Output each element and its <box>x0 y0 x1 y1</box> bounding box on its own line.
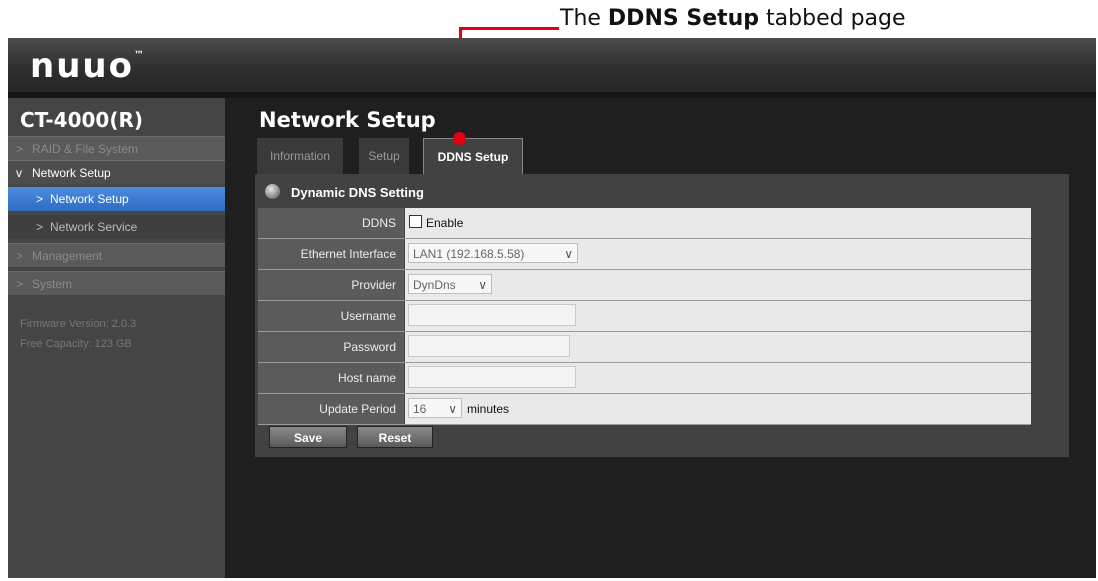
chevron-right-icon: > <box>16 249 24 263</box>
sidebar-item-label: System <box>32 277 73 291</box>
host-name-value-cell <box>405 363 1031 393</box>
chevron-down-icon: ∨ <box>448 402 457 416</box>
update-period-label: Update Period <box>258 394 404 424</box>
chevron-right-icon: > <box>16 142 24 156</box>
sidebar-item-label: Network Service <box>50 220 138 234</box>
settings-globe-icon <box>265 184 280 199</box>
annotation-prefix: The <box>560 6 608 31</box>
sidebar-item-label: Network Setup <box>32 166 111 180</box>
nas-admin-window: nuuo™ CT-4000(R) > RAID & File System v Ne… <box>8 38 1096 578</box>
username-label: Username <box>258 301 404 331</box>
provider-select[interactable]: DynDns ∨ <box>408 274 492 294</box>
chevron-right-icon: > <box>36 192 44 206</box>
save-button[interactable]: Save <box>269 426 347 448</box>
update-period-selected: 16 <box>413 402 427 416</box>
annotation-line-horizontal <box>459 27 559 30</box>
reset-button[interactable]: Reset <box>357 426 433 448</box>
ethernet-interface-select[interactable]: LAN1 (192.168.5.58) ∨ <box>408 243 578 263</box>
sidebar: CT-4000(R) > RAID & File System v Network … <box>8 98 225 578</box>
update-period-unit: minutes <box>467 402 510 416</box>
nuuo-logo: nuuo™ <box>30 46 144 86</box>
row-host-name: Host name <box>258 363 1031 394</box>
sidebar-item-network-setup[interactable]: > Network Setup <box>8 187 225 211</box>
row-ethernet-interface: Ethernet Interface LAN1 (192.168.5.58) ∨ <box>258 239 1031 270</box>
annotation-suffix: tabbed page <box>759 6 906 31</box>
tab-setup[interactable]: Setup <box>359 138 409 174</box>
sidebar-item-label: RAID & File System <box>32 142 139 156</box>
sidebar-item-management[interactable]: > Management <box>8 243 225 267</box>
ddns-label: DDNS <box>258 208 404 238</box>
row-password: Password <box>258 332 1031 363</box>
page-title: Network Setup <box>259 108 436 132</box>
sidebar-item-network-service[interactable]: > Network Service <box>8 215 225 239</box>
row-provider: Provider DynDns ∨ <box>258 270 1031 301</box>
provider-selected: DynDns <box>413 278 456 292</box>
provider-value-cell: DynDns ∨ <box>405 270 1031 300</box>
ethernet-interface-selected: LAN1 (192.168.5.58) <box>413 247 525 261</box>
row-update-period: Update Period 16 ∨ minutes <box>258 394 1031 425</box>
ddns-value-cell: Enable <box>405 208 1031 238</box>
tab-information[interactable]: Information <box>257 138 343 174</box>
host-name-label: Host name <box>258 363 404 393</box>
sidebar-item-system[interactable]: > System <box>8 271 225 295</box>
password-value-cell <box>405 332 1031 362</box>
annotation-pointer-dot <box>453 132 466 145</box>
provider-label: Provider <box>258 270 404 300</box>
chevron-down-icon: ∨ <box>478 278 487 292</box>
update-period-value-cell: 16 ∨ minutes <box>405 394 1031 424</box>
sidebar-item-network-setup-group[interactable]: v Network Setup <box>8 160 225 184</box>
sidebar-item-raid-file-system[interactable]: > RAID & File System <box>8 136 225 160</box>
sidebar-item-label: Network Setup <box>50 192 129 206</box>
password-label: Password <box>258 332 404 362</box>
section-title: Dynamic DNS Setting <box>291 185 424 200</box>
annotation-bold: DDNS Setup <box>607 6 760 31</box>
chevron-down-icon: v <box>16 166 22 180</box>
main-content: Network Setup Information Setup DDNS Set… <box>225 98 1096 578</box>
app-header: nuuo™ <box>8 38 1096 92</box>
chevron-right-icon: > <box>36 220 44 234</box>
trademark: ™ <box>133 50 144 61</box>
ddns-enable-label[interactable]: Enable <box>426 208 463 238</box>
free-capacity: Free Capacity: 123 GB <box>20 338 132 350</box>
logo-text: nuuo <box>30 46 134 86</box>
host-name-input[interactable] <box>408 366 576 388</box>
update-period-select[interactable]: 16 ∨ <box>408 398 462 418</box>
ddns-settings-panel: Dynamic DNS Setting DDNS Enable Ethernet… <box>255 174 1069 457</box>
annotation-callout-text: The DDNS Setup tabbed page <box>560 6 906 31</box>
sidebar-item-label: Management <box>32 249 103 263</box>
chevron-right-icon: > <box>16 277 24 291</box>
username-input[interactable] <box>408 304 576 326</box>
ethernet-interface-value-cell: LAN1 (192.168.5.58) ∨ <box>405 239 1031 269</box>
row-ddns: DDNS Enable <box>258 208 1031 239</box>
device-name: CT-4000(R) <box>20 108 144 132</box>
ethernet-interface-label: Ethernet Interface <box>258 239 404 269</box>
chevron-down-icon: ∨ <box>564 247 573 261</box>
row-username: Username <box>258 301 1031 332</box>
tab-ddns-setup[interactable]: DDNS Setup <box>423 138 523 175</box>
ddns-enable-checkbox[interactable] <box>409 215 422 228</box>
firmware-version: Firmware Version: 2.0.3 <box>20 318 137 330</box>
username-value-cell <box>405 301 1031 331</box>
password-input[interactable] <box>408 335 570 357</box>
